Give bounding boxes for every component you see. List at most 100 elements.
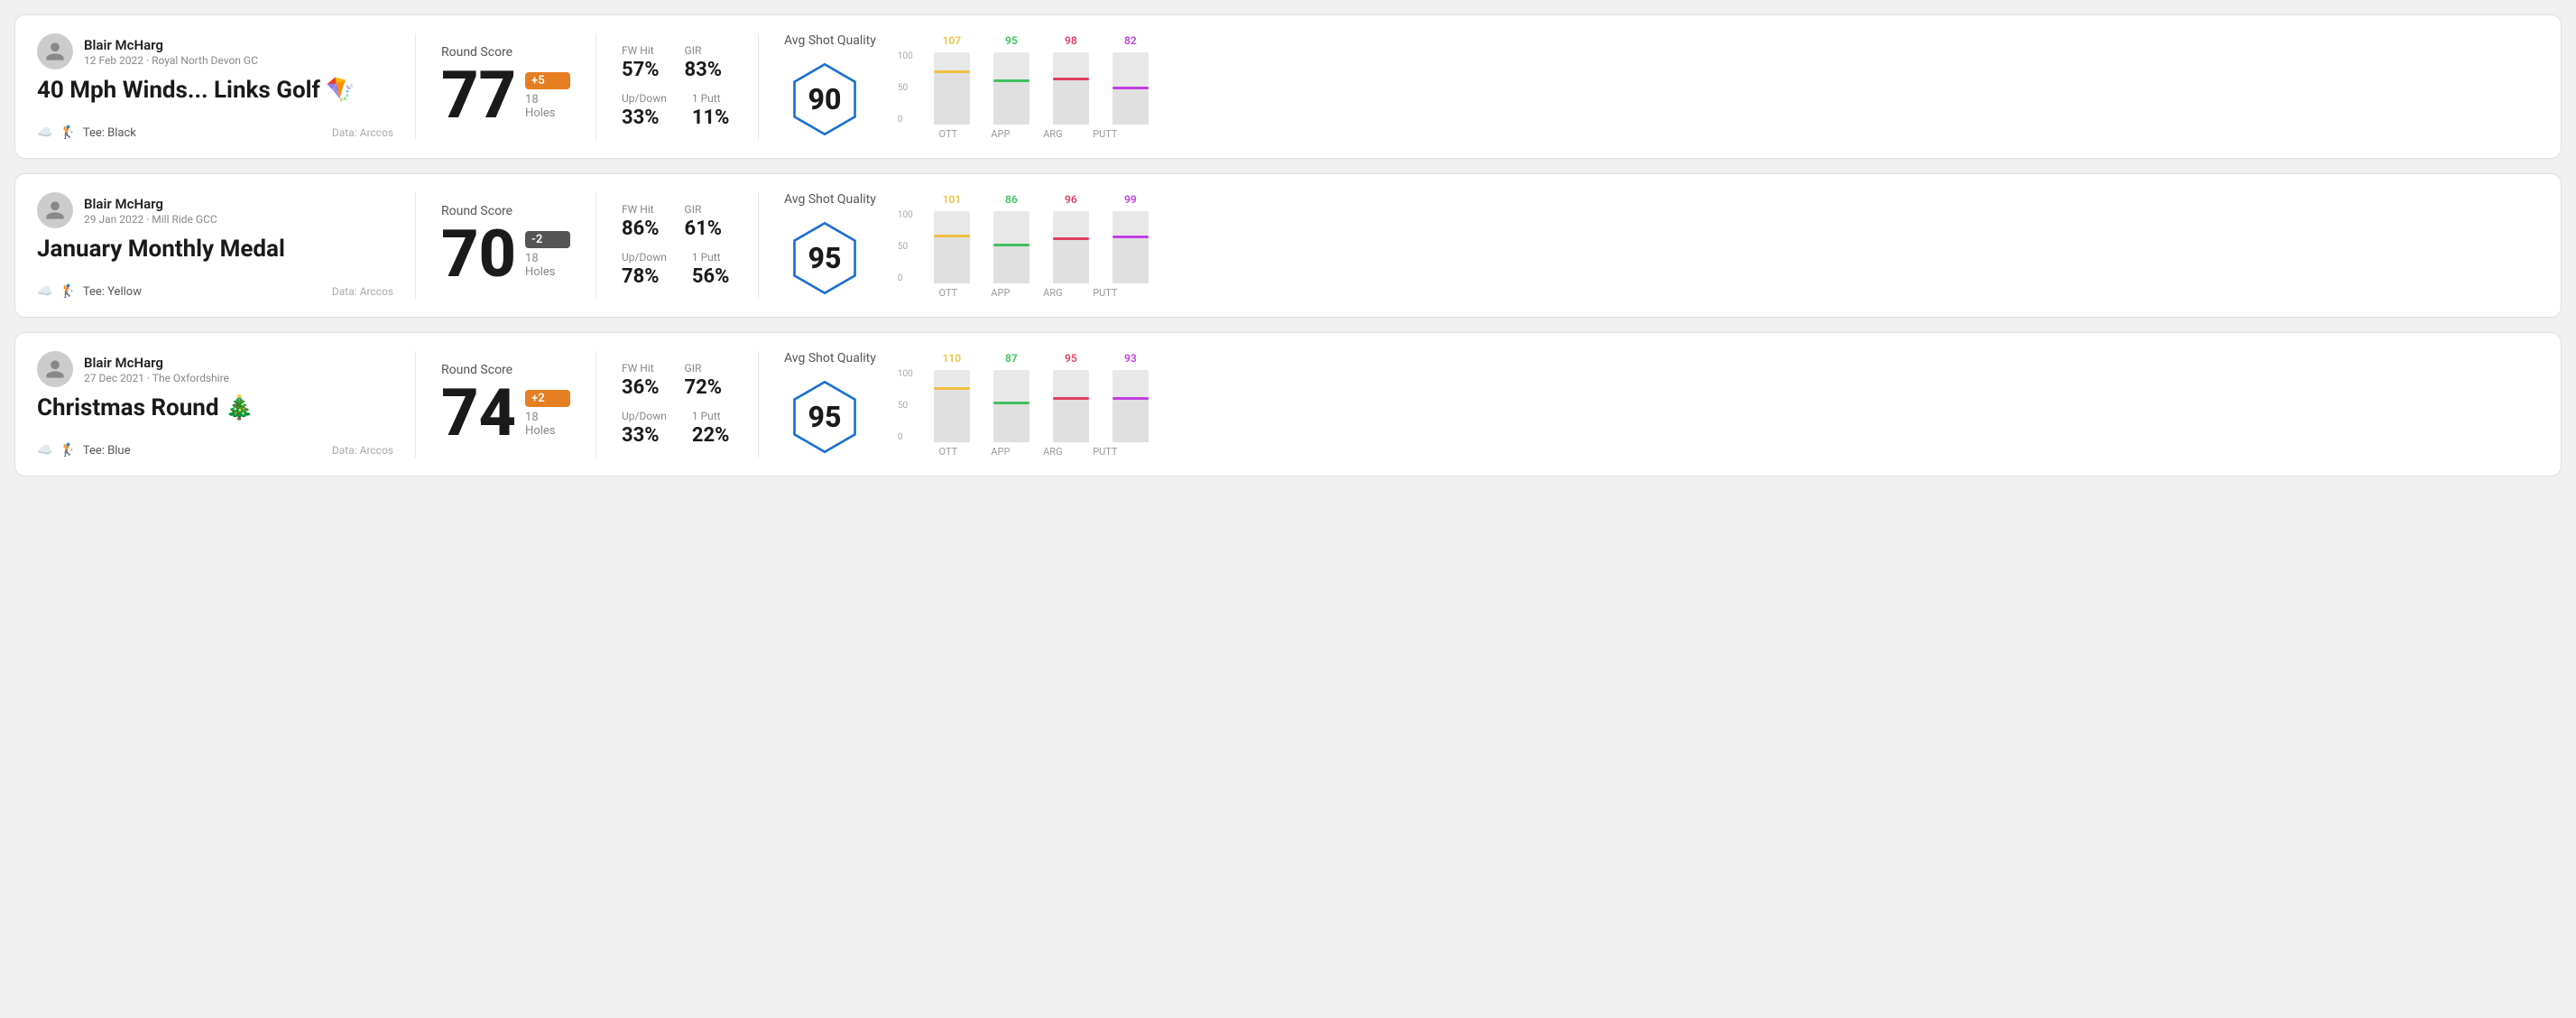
score-number: 77 [441,63,516,128]
bar-column: 93 [1109,352,1152,442]
bar-marker [1113,87,1149,89]
oneputt-value: 56% [692,265,730,288]
chart-x-label: APP [983,128,1019,140]
stats-row-top: FW Hit 86% GIR 61% [622,203,733,240]
bar-bg [934,52,970,125]
bars-group: 110 87 95 93 [930,352,1152,442]
bar-marker [993,79,1029,82]
data-source: Data: Arccos [332,285,393,298]
bar-bg [993,52,1029,125]
bar-bg [1113,211,1149,283]
score-row: 70 -2 18 Holes [441,222,570,287]
stats-row-bottom: Up/Down 33% 1 Putt 22% [622,410,733,447]
score-number: 70 [441,222,516,287]
card-footer: ☁️ 🏌️ Tee: Yellow Data: Arccos [37,284,393,299]
stats-row-bottom: Up/Down 33% 1 Putt 11% [622,92,733,129]
bar-value: 99 [1124,193,1137,206]
quality-hexagon: 95 [784,376,865,458]
updown-label: Up/Down [622,92,667,105]
card-left: Blair McHarg 27 Dec 2021 · The Oxfordshi… [37,351,416,458]
data-source: Data: Arccos [332,126,393,139]
gir-label: GIR [685,203,723,216]
chart-x-label: ARG [1035,446,1071,458]
chart-container: 100 50 0 107 95 [898,34,1152,125]
bar-value: 82 [1124,34,1137,47]
oneputt-stat: 1 Putt 22% [692,410,730,447]
quality-score: 90 [808,82,842,116]
bar-fill [1053,237,1089,283]
card-left: Blair McHarg 12 Feb 2022 · Royal North D… [37,33,416,140]
weather-icon: ☁️ [37,284,52,299]
user-row: Blair McHarg 29 Jan 2022 · Mill Ride GCC [37,192,393,228]
y-tick-0: 0 [898,116,913,125]
bar-column: 82 [1109,34,1152,125]
avatar [37,33,73,69]
chart-x-label: APP [983,446,1019,458]
oneputt-label: 1 Putt [692,410,730,422]
chart-x-label: PUTT [1087,446,1123,458]
score-row: 77 +5 18 Holes [441,63,570,128]
bar-value: 87 [1005,352,1018,365]
bar-marker [1113,397,1149,400]
bar-column: 101 [930,193,974,283]
bar-bg [1113,52,1149,125]
y-axis: 100 50 0 [898,52,913,125]
bar-chart-area: 100 50 0 101 86 [898,193,1152,299]
quality-score: 95 [808,241,842,275]
chart-x-label: ARG [1035,287,1071,299]
bar-column: 107 [930,34,974,125]
tee-info: ☁️ 🏌️ Tee: Yellow [37,284,142,299]
tee-label: Tee: Blue [83,444,131,458]
card-score: Round Score 74 +2 18 Holes [416,351,596,458]
y-tick-0: 0 [898,433,913,442]
bar-value: 101 [943,193,962,206]
bar-fill [1053,78,1089,125]
chart-container: 100 50 0 110 87 [898,352,1152,442]
bar-marker [934,70,970,73]
quality-hexagon: 95 [784,217,865,299]
card-quality: Avg Shot Quality 95 100 50 0 [759,192,2539,299]
card-stats: FW Hit 57% GIR 83% Up/Down 33% 1 Putt [596,33,759,140]
oneputt-stat: 1 Putt 56% [692,251,730,288]
quality-hexagon: 90 [784,59,865,140]
chart-x-label: PUTT [1087,287,1123,299]
bar-value: 86 [1005,193,1018,206]
y-tick-50: 50 [898,84,913,93]
gir-value: 83% [685,59,723,81]
fw-hit-label: FW Hit [622,203,660,216]
date-course: 27 Dec 2021 · The Oxfordshire [84,372,229,384]
x-labels: OTTAPPARGPUTT [898,287,1152,299]
bar-value: 110 [943,352,962,365]
card-score: Round Score 77 +5 18 Holes [416,33,596,140]
chart-x-label: ARG [1035,128,1071,140]
quality-label: Avg Shot Quality [784,351,876,366]
bar-column: 95 [990,34,1033,125]
round-card: Blair McHarg 29 Jan 2022 · Mill Ride GCC… [14,173,2562,318]
gir-value: 72% [685,376,723,399]
fw-hit-label: FW Hit [622,44,660,57]
bar-marker [934,387,970,390]
gir-stat: GIR 61% [685,203,723,240]
quality-label: Avg Shot Quality [784,192,876,207]
tee-info: ☁️ 🏌️ Tee: Black [37,125,136,140]
bar-bg [993,211,1029,283]
bar-bg [934,211,970,283]
chart-container: 100 50 0 101 86 [898,193,1152,283]
gir-label: GIR [685,44,723,57]
updown-value: 78% [622,265,667,288]
user-info: Blair McHarg 27 Dec 2021 · The Oxfordshi… [84,355,229,384]
y-tick-50: 50 [898,243,913,252]
data-source: Data: Arccos [332,444,393,457]
bar-fill [993,402,1029,442]
weather-icon: ☁️ [37,443,52,458]
round-title: Christmas Round 🎄 [37,394,393,422]
tee-label: Tee: Black [83,126,136,140]
bag-icon: 🏌️ [60,284,75,299]
bar-value: 95 [1065,352,1077,365]
bar-column: 110 [930,352,974,442]
oneputt-value: 11% [692,106,730,129]
tee-info: ☁️ 🏌️ Tee: Blue [37,443,130,458]
bar-value: 107 [943,34,962,47]
bar-column: 87 [990,352,1033,442]
fw-hit-value: 57% [622,59,660,81]
